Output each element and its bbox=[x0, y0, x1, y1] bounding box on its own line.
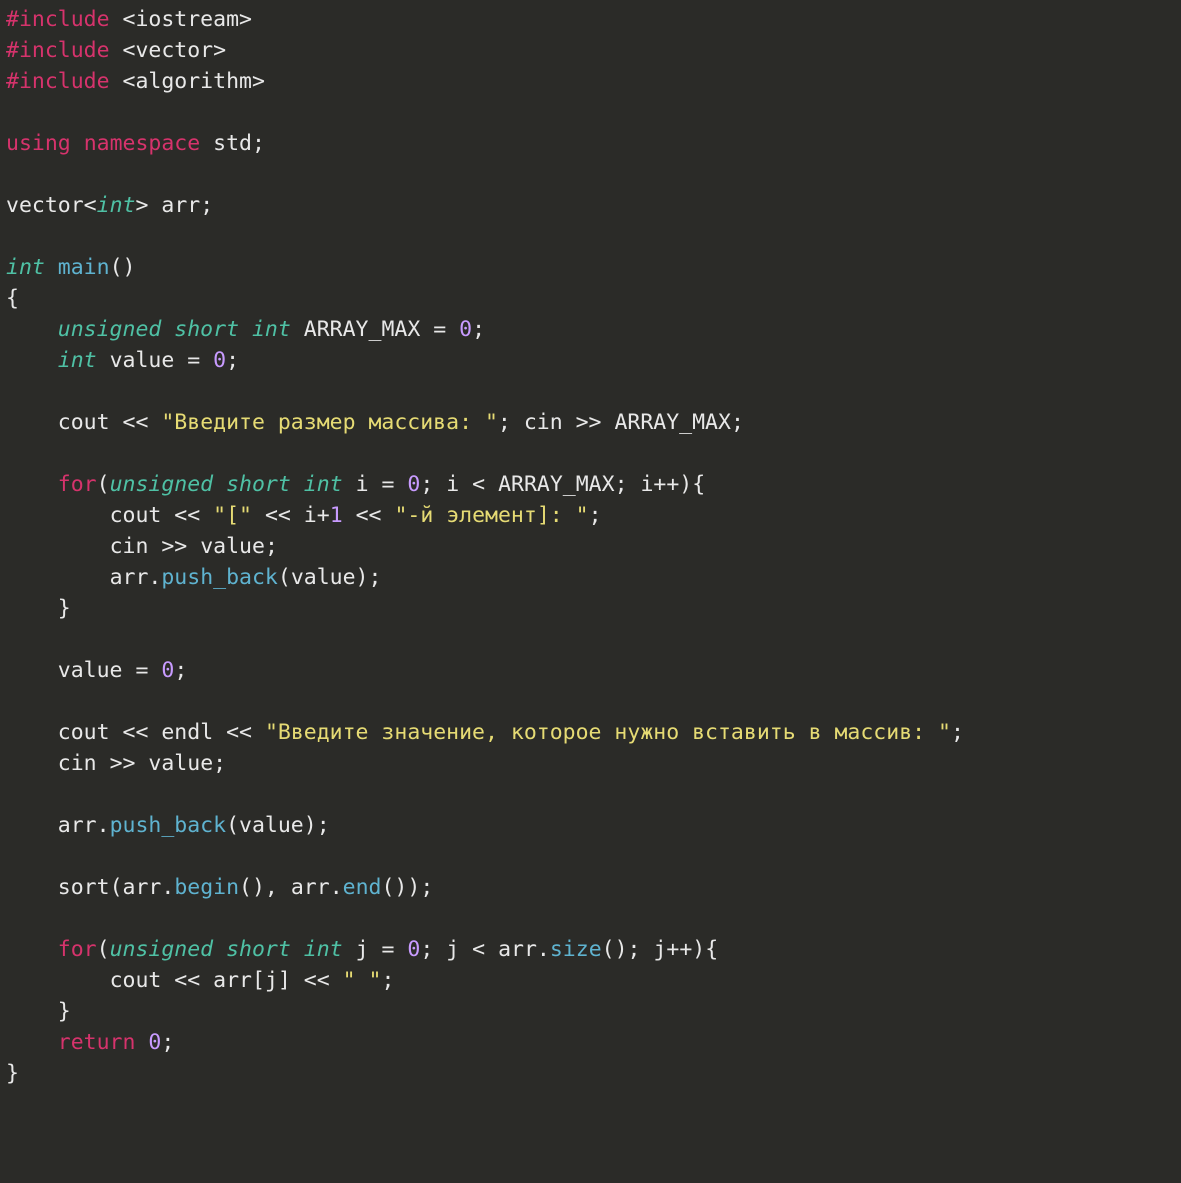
ident-cout: cout bbox=[110, 503, 162, 528]
ident: value bbox=[148, 751, 213, 776]
string: "[" bbox=[213, 503, 252, 528]
number: 0 bbox=[459, 317, 472, 342]
ident-arr: arr bbox=[110, 565, 149, 590]
type-int: int bbox=[304, 937, 343, 962]
ident-endl: endl bbox=[161, 720, 213, 745]
number: 0 bbox=[148, 1030, 161, 1055]
type-short: short bbox=[226, 937, 291, 962]
ident: value bbox=[58, 658, 123, 683]
ident: ARRAY_MAX bbox=[498, 472, 615, 497]
ident-arr: arr bbox=[498, 937, 537, 962]
type-int: int bbox=[6, 255, 45, 280]
ident-cout: cout bbox=[58, 410, 110, 435]
ident-cin: cin bbox=[524, 410, 563, 435]
ident-arr: arr bbox=[58, 813, 97, 838]
number: 0 bbox=[161, 658, 174, 683]
keyword-return: return bbox=[58, 1030, 136, 1055]
fn-push-back: push_back bbox=[161, 565, 278, 590]
fn-size: size bbox=[550, 937, 602, 962]
fn-begin: begin bbox=[174, 875, 239, 900]
ident: i bbox=[304, 503, 317, 528]
number: 0 bbox=[213, 348, 226, 373]
string: "Введите размер массива: " bbox=[161, 410, 498, 435]
string: " " bbox=[343, 968, 382, 993]
ident: value bbox=[239, 813, 304, 838]
ident: value bbox=[200, 534, 265, 559]
number: 0 bbox=[407, 472, 420, 497]
ident: i bbox=[356, 472, 369, 497]
header: <iostream> bbox=[123, 7, 252, 32]
ident: value bbox=[110, 348, 175, 373]
keyword-namespace: namespace bbox=[84, 131, 201, 156]
preproc: #include bbox=[6, 38, 110, 63]
ident-arr: arr bbox=[161, 193, 200, 218]
type-int: int bbox=[58, 348, 97, 373]
preproc: #include bbox=[6, 7, 110, 32]
type-unsigned: unsigned bbox=[58, 317, 162, 342]
ident-arr: arr bbox=[123, 875, 162, 900]
type-int: int bbox=[97, 193, 136, 218]
preproc: #include bbox=[6, 69, 110, 94]
ident-arr: arr bbox=[213, 968, 252, 993]
ident-cout: cout bbox=[58, 720, 110, 745]
ident: ARRAY_MAX bbox=[304, 317, 421, 342]
string: "Введите значение, которое нужно вставит… bbox=[265, 720, 951, 745]
type-short: short bbox=[226, 472, 291, 497]
keyword-for: for bbox=[58, 937, 97, 962]
ident-cin: cin bbox=[110, 534, 149, 559]
fn-main: main bbox=[58, 255, 110, 280]
type-int: int bbox=[252, 317, 291, 342]
keyword-using: using bbox=[6, 131, 71, 156]
ident-cout: cout bbox=[110, 968, 162, 993]
string: "-й элемент]: " bbox=[394, 503, 588, 528]
fn-push-back: push_back bbox=[110, 813, 227, 838]
type-unsigned: unsigned bbox=[110, 472, 214, 497]
number: 1 bbox=[330, 503, 343, 528]
type-vector: vector bbox=[6, 193, 84, 218]
code-block: #include <iostream> #include <vector> #i… bbox=[0, 0, 1181, 1093]
number: 0 bbox=[407, 937, 420, 962]
header: <vector> bbox=[123, 38, 227, 63]
ident: j bbox=[356, 937, 369, 962]
type-unsigned: unsigned bbox=[110, 937, 214, 962]
fn-sort: sort bbox=[58, 875, 110, 900]
ident-cin: cin bbox=[58, 751, 97, 776]
type-int: int bbox=[304, 472, 343, 497]
ident: std bbox=[213, 131, 252, 156]
header: <algorithm> bbox=[123, 69, 265, 94]
ident-arr: arr bbox=[291, 875, 330, 900]
ident: value bbox=[291, 565, 356, 590]
ident: ARRAY_MAX bbox=[614, 410, 731, 435]
fn-end: end bbox=[343, 875, 382, 900]
ident: j bbox=[265, 968, 278, 993]
type-short: short bbox=[174, 317, 239, 342]
keyword-for: for bbox=[58, 472, 97, 497]
